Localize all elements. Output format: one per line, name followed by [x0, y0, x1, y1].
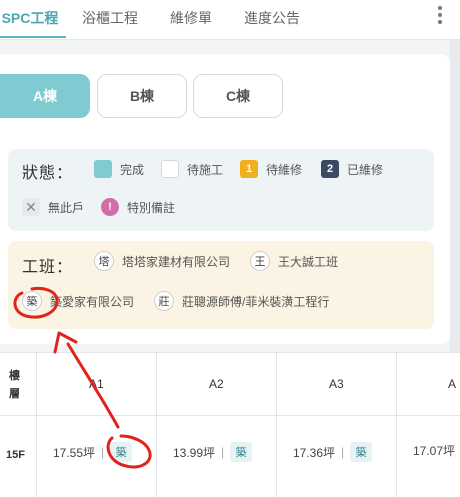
pending-swatch-icon [161, 160, 179, 178]
column-header: A [448, 377, 457, 391]
column-header: A3 [329, 377, 344, 391]
repair-count-badge-icon: 1 [240, 160, 258, 178]
building-b-button[interactable]: B棟 [97, 74, 187, 118]
legend-pending: 待施工 [161, 160, 223, 178]
status-title: 狀態： [22, 165, 74, 182]
floor-column-header: 樓 層 [9, 370, 20, 400]
column-header: A2 [209, 377, 224, 391]
table-cell[interactable]: 17.07坪 [413, 442, 455, 459]
exclamation-icon: ! [101, 198, 119, 216]
team-tag: 築 [230, 442, 253, 462]
table-cell[interactable]: 17.36坪 | 築 [293, 442, 373, 462]
tab-bar: SPC工程 浴櫃工程 維修單 進度公告 [0, 0, 460, 40]
team-member: 莊莊聰源師傅/菲米裝潢工程行 [154, 291, 329, 311]
team-initial-badge: 築 [22, 291, 42, 311]
tab-repair-orders[interactable]: 維修單 [170, 0, 212, 38]
legend-repaired: 2 已維修 [321, 160, 383, 178]
team-tag: 築 [110, 442, 133, 462]
floor-table: 樓 層 A1 A2 A3 A 15F 17.55坪 | 築 13.99坪 | 築 17.… [0, 352, 460, 497]
building-c-button[interactable]: C棟 [193, 74, 283, 118]
table-cell[interactable]: 13.99坪 | 築 [173, 442, 253, 462]
scrollbar[interactable] [450, 40, 460, 360]
team-member: 築築愛家有限公司 [22, 291, 134, 311]
legend-complete: 完成 [94, 160, 144, 178]
team-title: 工班： [22, 259, 74, 276]
legend-no-unit: ✕ 無此戶 [22, 198, 84, 216]
legend-special-note: ! 特別備註 [101, 198, 175, 216]
tab-progress-announcements[interactable]: 進度公告 [244, 0, 300, 38]
team-initial-badge: 王 [250, 251, 270, 271]
team-initial-badge: 莊 [154, 291, 174, 311]
tab-bath-cabinet[interactable]: 浴櫃工程 [82, 0, 138, 38]
legend-pending-repair: 1 待維修 [240, 160, 302, 178]
repaired-count-badge-icon: 2 [321, 160, 339, 178]
building-a-button[interactable]: A棟 [0, 74, 90, 118]
complete-swatch-icon [94, 160, 112, 178]
team-member: 王王大誠工班 [250, 251, 338, 271]
tab-spc[interactable]: SPC工程 [0, 0, 66, 38]
column-header: A1 [89, 377, 104, 391]
more-menu-icon[interactable] [436, 4, 444, 26]
team-member: 塔塔塔家建材有限公司 [94, 251, 230, 271]
status-legend: 狀態： 完成 待施工 1 待維修 2 已維修 ✕ 無此戶 ! 特別備註 [8, 149, 434, 231]
x-icon: ✕ [22, 198, 40, 216]
floor-label: 15F [6, 449, 25, 461]
team-legend: 工班： 塔塔塔家建材有限公司 王王大誠工班 築築愛家有限公司 莊莊聰源師傅/菲米… [8, 241, 434, 329]
table-cell[interactable]: 17.55坪 | 築 [53, 442, 133, 462]
team-initial-badge: 塔 [94, 251, 114, 271]
team-tag: 築 [350, 442, 373, 462]
